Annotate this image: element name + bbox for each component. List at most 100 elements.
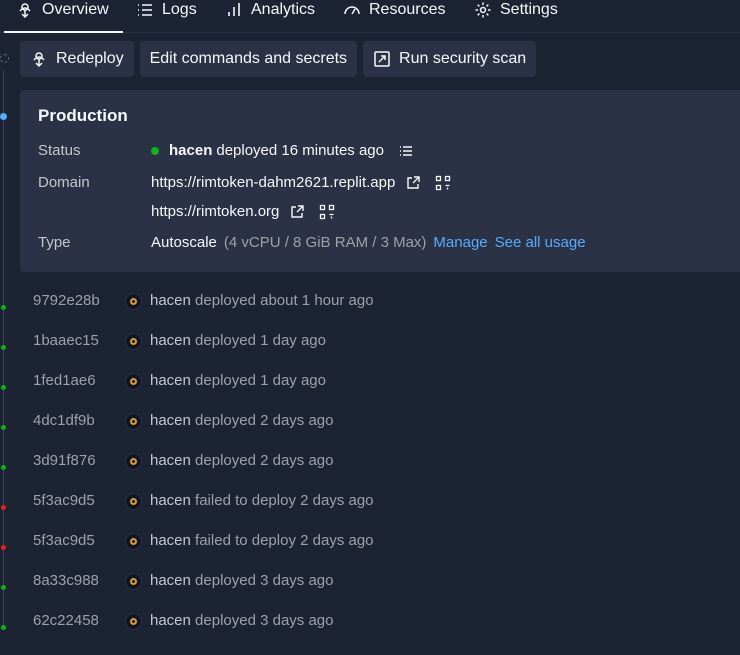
deployment-message: hacen deployed 3 days ago bbox=[150, 572, 334, 589]
deployment-user: hacen bbox=[150, 612, 191, 629]
avatar bbox=[125, 493, 142, 510]
deployment-row[interactable]: 1fed1ae6 hacen deployed 1 day ago bbox=[0, 362, 740, 402]
type-specs: (4 vCPU / 8 GiB RAM / 3 Max) bbox=[223, 234, 427, 251]
tab-logs[interactable]: Logs bbox=[136, 0, 197, 32]
type-label: Type bbox=[38, 234, 71, 251]
domain-row-1: https://rimtoken-dahm2621.replit.app bbox=[151, 174, 451, 191]
deployment-row[interactable]: 3d91f876 hacen deployed 2 days ago bbox=[0, 442, 740, 482]
deployment-user: hacen bbox=[150, 332, 191, 349]
edit-commands-label: Edit commands and secrets bbox=[149, 50, 348, 67]
deployment-status-node bbox=[1, 625, 6, 630]
see-all-usage-link[interactable]: See all usage bbox=[495, 234, 586, 251]
deployment-status-node bbox=[1, 585, 6, 590]
deployment-user: hacen bbox=[150, 292, 191, 309]
list-icon bbox=[138, 4, 152, 16]
deployment-message: hacen deployed 1 day ago bbox=[150, 372, 326, 389]
gear-icon bbox=[475, 2, 491, 18]
status-dot bbox=[151, 146, 159, 155]
deployment-message: hacen failed to deploy 2 days ago bbox=[150, 532, 374, 549]
tab-label: Settings bbox=[500, 1, 558, 18]
qr-code-icon[interactable] bbox=[319, 204, 335, 220]
deployment-user: hacen bbox=[150, 572, 191, 589]
redeploy-label: Redeploy bbox=[56, 50, 124, 67]
deployment-status-node bbox=[1, 465, 6, 470]
deployment-status-node bbox=[1, 425, 6, 430]
tab-analytics[interactable]: Analytics bbox=[225, 0, 315, 32]
avatar bbox=[125, 373, 142, 390]
type-value: Autoscale bbox=[151, 234, 217, 251]
deployment-text: deployed about 1 hour ago bbox=[195, 292, 374, 309]
status-user: hacen bbox=[169, 142, 213, 159]
deployment-text: failed to deploy 2 days ago bbox=[195, 492, 374, 509]
tab-settings[interactable]: Settings bbox=[474, 0, 558, 32]
deployment-message: hacen failed to deploy 2 days ago bbox=[150, 492, 374, 509]
deployment-user: hacen bbox=[150, 532, 191, 549]
rocket-icon bbox=[33, 52, 45, 68]
deployment-row[interactable]: 8a33c988 hacen deployed 3 days ago bbox=[0, 562, 740, 602]
deployment-hash[interactable]: 62c22458 bbox=[33, 612, 99, 629]
avatar bbox=[125, 293, 142, 310]
qr-code-icon[interactable] bbox=[435, 175, 451, 191]
deployment-hash[interactable]: 5f3ac9d5 bbox=[33, 492, 95, 509]
production-card: Production Status hacen deployed 16 minu… bbox=[20, 90, 740, 272]
deployment-actions: Redeploy Edit commands and secrets Run s… bbox=[20, 41, 537, 77]
scan-icon bbox=[374, 51, 390, 67]
edit-commands-button[interactable]: Edit commands and secrets bbox=[139, 41, 358, 77]
timeline-pending-node bbox=[0, 54, 9, 63]
status-label: Status bbox=[38, 142, 81, 159]
gauge-icon bbox=[344, 6, 360, 15]
deployment-hash[interactable]: 8a33c988 bbox=[33, 572, 99, 589]
deployment-status-node bbox=[1, 545, 6, 550]
external-link-icon[interactable] bbox=[289, 204, 305, 220]
external-link-icon[interactable] bbox=[405, 175, 421, 191]
manage-link[interactable]: Manage bbox=[433, 234, 487, 251]
domain-label: Domain bbox=[38, 174, 90, 191]
deployment-status-node bbox=[1, 505, 6, 510]
deployment-row[interactable]: 62c22458 hacen deployed 3 days ago bbox=[0, 602, 740, 642]
deployment-text: deployed 2 days ago bbox=[195, 452, 334, 469]
avatar bbox=[125, 453, 142, 470]
deployment-message: hacen deployed 1 day ago bbox=[150, 332, 326, 349]
deployment-hash[interactable]: 1fed1ae6 bbox=[33, 372, 96, 389]
deployment-text: deployed 1 day ago bbox=[195, 332, 326, 349]
status-text: deployed 16 minutes ago bbox=[216, 142, 384, 159]
tab-label: Logs bbox=[162, 1, 197, 18]
deployment-row[interactable]: 5f3ac9d5 hacen failed to deploy 2 days ag… bbox=[0, 482, 740, 522]
deployment-message: hacen deployed 2 days ago bbox=[150, 452, 334, 469]
deployment-row[interactable]: 1baaec15 hacen deployed 1 day ago bbox=[0, 322, 740, 362]
domain-link-2[interactable]: https://rimtoken.org bbox=[151, 203, 279, 220]
deployment-hash[interactable]: 4dc1df9b bbox=[33, 412, 95, 429]
timeline-current-node bbox=[0, 113, 7, 120]
deployment-text: deployed 3 days ago bbox=[195, 572, 334, 589]
deployment-text: failed to deploy 2 days ago bbox=[195, 532, 374, 549]
deployment-hash[interactable]: 3d91f876 bbox=[33, 452, 96, 469]
deployment-row[interactable]: 9792e28b hacen deployed about 1 hour ago bbox=[0, 282, 740, 322]
deployment-message: hacen deployed 2 days ago bbox=[150, 412, 334, 429]
tab-overview[interactable]: Overview bbox=[4, 0, 123, 33]
deployment-tabs: Overview Logs Analytics Resources Settin… bbox=[0, 0, 740, 33]
redeploy-button[interactable]: Redeploy bbox=[20, 41, 134, 77]
security-scan-label: Run security scan bbox=[399, 50, 527, 67]
deployment-status-node bbox=[1, 385, 6, 390]
tab-label: Overview bbox=[42, 1, 109, 18]
tab-label: Resources bbox=[369, 1, 446, 18]
security-scan-button[interactable]: Run security scan bbox=[363, 41, 537, 77]
production-title: Production bbox=[38, 106, 128, 125]
tab-label: Analytics bbox=[251, 1, 316, 18]
deployment-text: deployed 3 days ago bbox=[195, 612, 334, 629]
deployment-row[interactable]: 5f3ac9d5 hacen failed to deploy 2 days ag… bbox=[0, 522, 740, 562]
type-value-row: Autoscale (4 vCPU / 8 GiB RAM / 3 Max) M… bbox=[151, 234, 586, 251]
deployment-row[interactable]: 4dc1df9b hacen deployed 2 days ago bbox=[0, 402, 740, 442]
deployment-text: deployed 1 day ago bbox=[195, 372, 326, 389]
deployment-user: hacen bbox=[150, 452, 191, 469]
deployment-hash[interactable]: 9792e28b bbox=[33, 292, 100, 309]
deployment-text: deployed 2 days ago bbox=[195, 412, 334, 429]
deployment-user: hacen bbox=[150, 412, 191, 429]
deployment-hash[interactable]: 5f3ac9d5 bbox=[33, 532, 95, 549]
domain-link-1[interactable]: https://rimtoken-dahm2621.replit.app bbox=[151, 174, 395, 191]
log-list-icon[interactable] bbox=[398, 143, 414, 159]
deployment-status-node bbox=[1, 305, 6, 310]
tab-resources[interactable]: Resources bbox=[343, 0, 445, 32]
deployment-hash[interactable]: 1baaec15 bbox=[33, 332, 99, 349]
deployment-user: hacen bbox=[150, 372, 191, 389]
